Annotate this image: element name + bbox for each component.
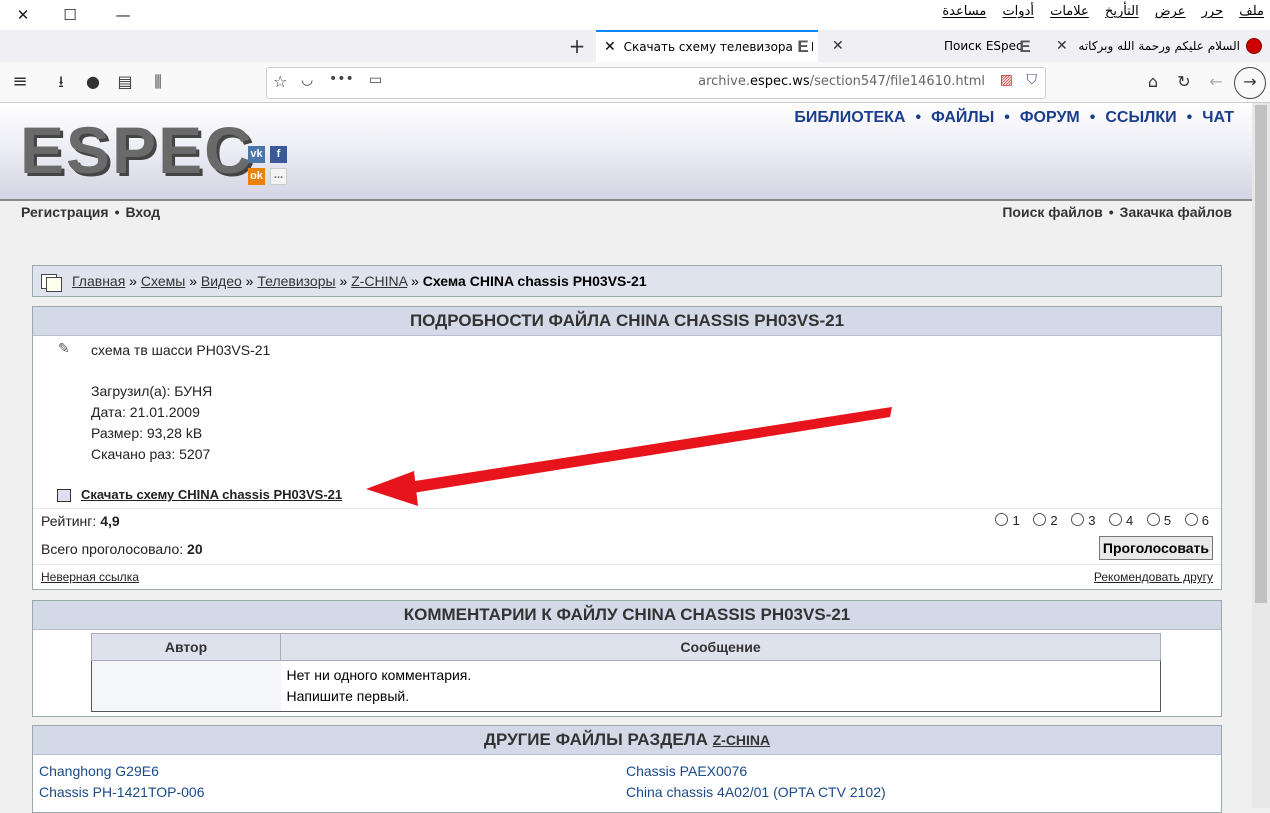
tab-active[interactable]: ✕ Скачать схему телевизора CH E — [596, 30, 818, 62]
url-text[interactable]: archive.espec.ws/section547/file14610.ht… — [698, 74, 985, 89]
tab-bar: + ✕ Скачать схему телевизора CH E ✕ Поис… — [0, 30, 1270, 63]
no-comments-text: Нет ни одного комментария. — [286, 667, 472, 683]
menu-item[interactable]: عرض — [1155, 4, 1186, 19]
tab-label: Скачать схему телевизора CH — [623, 40, 815, 54]
col-author: Автор — [91, 633, 281, 661]
minimize-icon[interactable]: — — [112, 6, 134, 24]
site-favicon-icon — [1246, 38, 1262, 54]
other-file-link[interactable]: Chassis PH-1421TOP-006 — [39, 784, 204, 800]
menu-item[interactable]: ملف — [1239, 4, 1264, 19]
tab-arabic[interactable]: ✕ السلام عليكم ورحمة الله وبركاته و — [1052, 30, 1266, 62]
arrow-shaft — [400, 407, 892, 495]
section-link[interactable]: Z-CHINA — [713, 732, 771, 748]
scrollbar[interactable] — [1252, 103, 1270, 808]
reload-icon[interactable]: ↻ — [1172, 70, 1196, 94]
forward-icon[interactable]: → — [1234, 67, 1266, 99]
close-tab-icon[interactable]: ✕ — [1056, 38, 1068, 54]
espec-favicon-icon: E — [794, 38, 812, 56]
empty-message-cell: Нет ни одного комментария. Напишите перв… — [281, 661, 1161, 712]
other-file-link[interactable]: Changhong G29E6 — [39, 763, 159, 779]
close-tab-icon[interactable]: ✕ — [832, 38, 844, 54]
library-icon[interactable]: ⫼ — [146, 70, 170, 94]
page-actions-icon[interactable]: ••• — [329, 71, 354, 87]
comments-title: КОММЕНТАРИИ К ФАЙЛУ CHINA CHASSIS PH03VS… — [33, 601, 1221, 630]
page-content: ESPEC vk f ok ... БИБЛИОТЕКА • ФАЙЛЫ • ФОРУМ… — [0, 103, 1252, 813]
write-first-text: Напишите первый. — [286, 688, 410, 704]
hamburger-menu-icon[interactable]: ≡ — [8, 70, 32, 94]
new-tab-icon[interactable]: + — [565, 34, 589, 58]
bookmark-star-icon[interactable]: ☆ — [273, 72, 287, 91]
pocket-icon[interactable]: ◡ — [301, 72, 313, 88]
col-message: Сообщение — [280, 633, 1161, 661]
url-bar[interactable]: ☆ ◡ ••• ▭ archive.espec.ws/section547/fi… — [266, 67, 1046, 99]
scrollbar-thumb[interactable] — [1255, 105, 1267, 603]
downloads-icon[interactable]: ⭳ — [49, 70, 73, 94]
menu-item[interactable]: التأريخ — [1105, 4, 1139, 19]
reader-view-icon[interactable]: ▭ — [369, 72, 382, 88]
menu-item[interactable]: علامات — [1050, 4, 1089, 19]
title-bar: ✕ ☐ — ملف حرر عرض التأريخ علامات أدوات م… — [0, 0, 1270, 30]
sidebar-icon[interactable]: ▤ — [113, 70, 137, 94]
back-icon[interactable]: ← — [1204, 70, 1228, 94]
account-icon[interactable]: ● — [81, 70, 105, 94]
close-window-icon[interactable]: ✕ — [12, 6, 34, 24]
menu-item[interactable]: مساعدة — [942, 4, 986, 19]
other-files-title: ДРУГИЕ ФАЙЛЫ РАЗДЕЛА Z-CHINA — [33, 726, 1221, 755]
tab-label: السلام عليكم ورحمة الله وبركاته و — [1074, 39, 1240, 53]
maximize-icon[interactable]: ☐ — [59, 6, 81, 24]
espec-favicon-icon: E — [1019, 37, 1031, 56]
comments-panel: КОММЕНТАРИИ К ФАЙЛУ CHINA CHASSIS PH03VS… — [32, 600, 1222, 717]
empty-author-cell — [91, 660, 281, 712]
other-file-link[interactable]: Chassis PAEX0076 — [626, 763, 747, 779]
other-file-link[interactable]: China chassis 4A02/01 (OPTA CTV 2102) — [626, 784, 886, 800]
privacy-badger-icon[interactable]: ⛉ — [1027, 72, 1038, 88]
close-tab-icon[interactable]: ✕ — [604, 39, 616, 55]
menu-item[interactable]: أدوات — [1002, 4, 1034, 19]
comments-table: Автор Сообщение Нет ни одного комментари… — [91, 633, 1161, 712]
home-icon[interactable]: ⌂ — [1141, 70, 1165, 94]
menu-item[interactable]: حرر — [1202, 4, 1224, 19]
tab-search-espec[interactable]: ✕ Поиск ESpec E — [828, 30, 1038, 62]
menu-bar: ملف حرر عرض التأريخ علامات أدوات مساعدة — [930, 4, 1264, 19]
nav-toolbar: ≡ ⭳ ● ▤ ⫼ ☆ ◡ ••• ▭ archive.espec.ws/sec… — [0, 62, 1270, 103]
arrow-head — [366, 471, 418, 506]
page-info-icon[interactable]: ▨ — [1000, 72, 1013, 88]
other-files-panel: ДРУГИЕ ФАЙЛЫ РАЗДЕЛА Z-CHINA Changhong G… — [32, 725, 1222, 813]
tab-label: Поиск ESpec — [944, 39, 1023, 53]
